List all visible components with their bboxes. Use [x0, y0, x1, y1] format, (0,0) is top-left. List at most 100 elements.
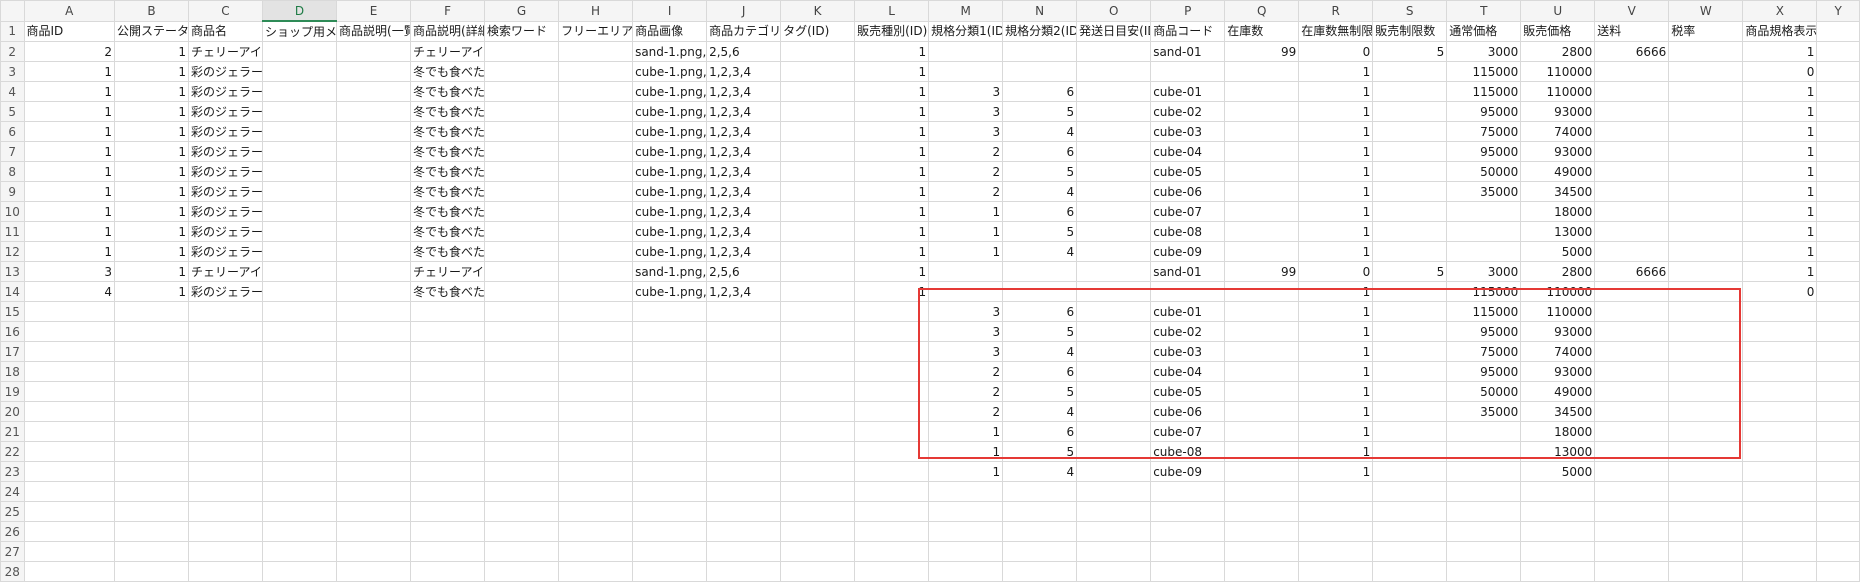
cell[interactable] — [854, 381, 930, 402]
cell[interactable] — [1372, 221, 1448, 242]
cell[interactable] — [23, 541, 115, 562]
cell[interactable] — [1002, 41, 1078, 62]
cell[interactable] — [410, 481, 486, 502]
cell[interactable]: sand-1.png,sand-2.png — [632, 41, 708, 62]
cell[interactable]: 5 — [1372, 41, 1448, 62]
cell[interactable]: cube-1.png,cube-2.png — [632, 241, 708, 262]
cell[interactable] — [187, 501, 264, 522]
cell[interactable] — [484, 381, 560, 402]
cell[interactable]: 1,2,3,4 — [706, 81, 782, 102]
cell[interactable] — [187, 421, 264, 442]
cell[interactable]: 1 — [23, 101, 115, 122]
cell[interactable] — [336, 141, 412, 162]
cell[interactable] — [1076, 421, 1152, 442]
cell[interactable]: 通常価格 — [1446, 20, 1522, 42]
cell[interactable] — [1224, 201, 1300, 222]
cell[interactable] — [1224, 101, 1300, 122]
cell[interactable]: 50000 — [1446, 161, 1522, 182]
cell[interactable] — [854, 441, 930, 462]
cell[interactable]: sand-1.png,sand-2.png — [632, 261, 708, 282]
cell[interactable] — [1816, 81, 1860, 102]
cell[interactable]: 115000 — [1446, 81, 1522, 102]
cell[interactable]: 1 — [854, 221, 930, 242]
cell[interactable] — [1520, 561, 1596, 582]
row-header[interactable]: 25 — [0, 501, 25, 522]
cell[interactable]: 35000 — [1446, 401, 1522, 422]
cell[interactable]: 4 — [1002, 181, 1078, 202]
cell[interactable] — [780, 521, 856, 542]
cell[interactable] — [1668, 281, 1744, 302]
cell[interactable]: cube-07 — [1150, 421, 1226, 442]
cell[interactable]: 1 — [1742, 41, 1818, 62]
cell[interactable] — [113, 341, 189, 362]
cell[interactable] — [1594, 101, 1670, 122]
cell[interactable] — [1816, 261, 1860, 282]
cell[interactable]: cube-1.png,cube-2.png — [632, 161, 708, 182]
cell[interactable] — [1076, 521, 1152, 542]
cell[interactable] — [1816, 61, 1860, 82]
column-header-i[interactable]: I — [632, 0, 708, 22]
cell[interactable] — [1816, 121, 1860, 142]
row-header[interactable]: 2 — [0, 41, 25, 62]
cell[interactable]: 2,5,6 — [706, 261, 782, 282]
cell[interactable] — [1816, 161, 1860, 182]
cell[interactable] — [1594, 321, 1670, 342]
cell[interactable] — [780, 561, 856, 582]
cell[interactable] — [1816, 401, 1860, 422]
cell[interactable] — [336, 461, 412, 482]
cell[interactable] — [336, 361, 412, 382]
cell[interactable] — [558, 461, 634, 482]
cell[interactable] — [780, 421, 856, 442]
cell[interactable]: 彩のジェラートCUBE — [187, 281, 264, 302]
cell[interactable]: 1 — [854, 81, 930, 102]
cell[interactable] — [1150, 541, 1226, 562]
cell[interactable] — [336, 501, 412, 522]
cell[interactable]: 販売制限数 — [1372, 20, 1448, 42]
column-header-d[interactable]: D — [261, 0, 338, 22]
cell[interactable] — [1520, 481, 1596, 502]
cell[interactable]: 1 — [1742, 141, 1818, 162]
column-header-r[interactable]: R — [1298, 0, 1374, 22]
cell[interactable] — [261, 81, 338, 102]
cell[interactable] — [854, 401, 930, 422]
cell[interactable]: 3000 — [1446, 41, 1522, 62]
cell[interactable] — [558, 41, 634, 62]
cell[interactable] — [484, 101, 560, 122]
cell[interactable] — [1372, 321, 1448, 342]
cell[interactable] — [1150, 501, 1226, 522]
cell[interactable]: 1 — [1298, 61, 1374, 82]
cell[interactable]: 115000 — [1446, 61, 1522, 82]
cell[interactable]: 在庫数 — [1224, 20, 1300, 42]
cell[interactable] — [1446, 201, 1522, 222]
cell[interactable] — [1224, 241, 1300, 262]
cell[interactable] — [1224, 81, 1300, 102]
cell[interactable] — [1446, 501, 1522, 522]
cell[interactable] — [1446, 521, 1522, 542]
cell[interactable]: 5 — [1002, 161, 1078, 182]
cell[interactable] — [1668, 81, 1744, 102]
cell[interactable]: 1 — [113, 281, 189, 302]
cell[interactable]: 彩のジェラートCUBE — [187, 101, 264, 122]
cell[interactable] — [1076, 141, 1152, 162]
cell[interactable] — [1816, 241, 1860, 262]
cell[interactable]: 1 — [1298, 241, 1374, 262]
cell[interactable]: 1 — [23, 241, 115, 262]
cell[interactable]: 1 — [23, 121, 115, 142]
cell[interactable] — [1372, 141, 1448, 162]
cell[interactable] — [113, 441, 189, 462]
cell[interactable] — [1224, 461, 1300, 482]
cell[interactable]: 74000 — [1520, 341, 1596, 362]
cell[interactable]: 冬でも食べたい立方体のジェラート。定番の — [410, 81, 486, 102]
cell[interactable]: cube-1.png,cube-2.png — [632, 81, 708, 102]
cell[interactable]: 75000 — [1446, 121, 1522, 142]
cell[interactable]: 75000 — [1446, 341, 1522, 362]
cell[interactable]: 4 — [1002, 401, 1078, 422]
cell[interactable]: cube-05 — [1150, 381, 1226, 402]
cell[interactable]: 彩のジェラートCUBE — [187, 121, 264, 142]
cell[interactable] — [336, 381, 412, 402]
cell[interactable] — [1076, 121, 1152, 142]
cell[interactable]: 1 — [1742, 181, 1818, 202]
cell[interactable]: 1 — [1298, 321, 1374, 342]
cell[interactable] — [558, 321, 634, 342]
cell[interactable] — [1372, 241, 1448, 262]
